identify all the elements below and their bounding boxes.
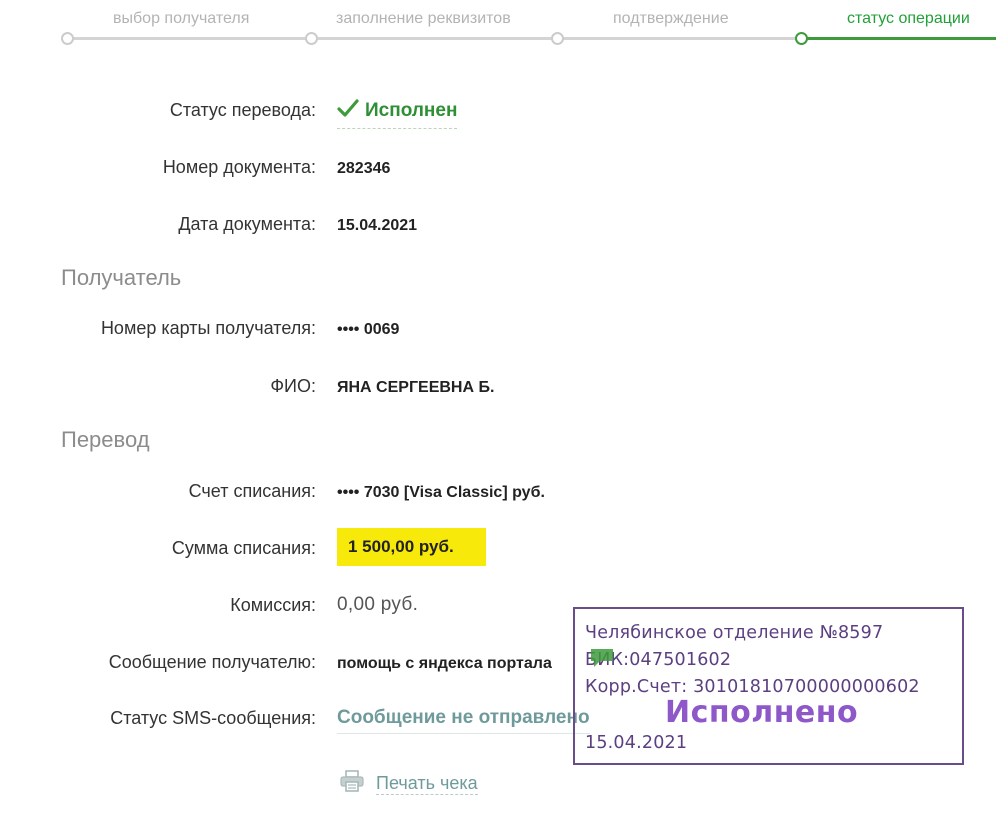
amount-value: 1 500,00 руб.: [348, 537, 454, 556]
message-label: Сообщение получателю:: [108, 652, 316, 672]
step-dot-2: [305, 32, 318, 45]
status-label: Статус перевода:: [169, 100, 316, 120]
status-value[interactable]: Исполнен: [337, 96, 458, 129]
fee-label: Комиссия:: [230, 595, 316, 615]
doc-date-label: Дата документа:: [178, 214, 316, 234]
recipient-name-label: ФИО:: [270, 376, 316, 396]
check-icon: [337, 98, 359, 124]
recipient-section-title: Получатель: [61, 265, 182, 290]
amount-label: Сумма списания:: [171, 538, 316, 558]
doc-number-label: Номер документа:: [162, 157, 316, 177]
stepper-track: [68, 37, 802, 40]
sms-status-label: Статус SMS-сообщения:: [110, 708, 316, 728]
stepper-track-active: [802, 37, 996, 40]
step-confirm: подтверждение: [613, 10, 729, 27]
step-fill-details: заполнение реквизитов: [336, 10, 511, 27]
step-dot-3: [551, 32, 564, 45]
progress-stepper: выбор получателя заполнение реквизитов п…: [0, 0, 996, 56]
stamp-branch: Челябинское отделение №8597: [585, 623, 884, 643]
step-dot-4: [795, 32, 808, 45]
status-text: Исполнен: [365, 100, 458, 121]
recipient-card-value: •••• 0069: [337, 321, 400, 338]
doc-number-value: 282346: [337, 160, 391, 177]
step-operation-status: статус операции: [847, 10, 970, 27]
stamp-corr-account: Корр.Счет: 30101810700000000602: [585, 677, 920, 697]
bank-stamp: Челябинское отделение №8597 БИК:04750160…: [573, 607, 964, 765]
recipient-card-label: Номер карты получателя:: [100, 318, 316, 338]
doc-date-value: 15.04.2021: [337, 217, 418, 234]
message-bubble-icon: [588, 646, 616, 675]
fee-value: 0,00 руб.: [337, 594, 419, 615]
step-select-recipient: выбор получателя: [113, 10, 250, 27]
account-value: •••• 7030 [Visa Classic] руб.: [337, 484, 545, 501]
amount-highlight: 1 500,00 руб.: [337, 528, 486, 566]
transfer-section-title: Перевод: [61, 427, 150, 452]
print-receipt-label: Печать чека: [376, 772, 478, 795]
recipient-name-value: ЯНА СЕРГЕЕВНА Б.: [337, 379, 495, 396]
account-label: Счет списания:: [188, 481, 316, 501]
print-receipt-link[interactable]: Печать чека: [340, 770, 478, 797]
stamp-status: Исполнено: [665, 695, 859, 730]
step-dot-1: [61, 32, 74, 45]
printer-icon: [340, 770, 364, 797]
sms-status-value[interactable]: Сообщение не отправлено: [337, 707, 590, 734]
stamp-date: 15.04.2021: [585, 733, 688, 753]
message-value: помощь с яндекса портала: [337, 655, 552, 672]
